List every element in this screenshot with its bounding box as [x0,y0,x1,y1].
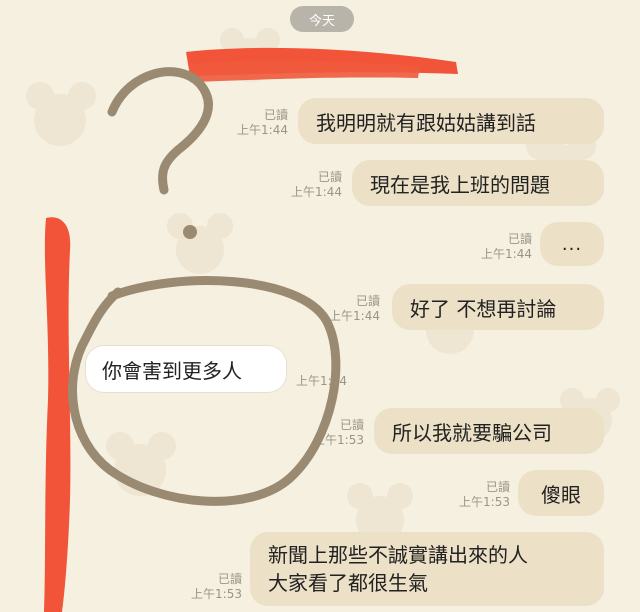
brown-circle-annotation [68,276,341,506]
question-mark [107,67,213,195]
question-mark-dot [183,225,197,239]
red-redaction-stroke [44,217,71,612]
annotation-layer [44,47,458,612]
